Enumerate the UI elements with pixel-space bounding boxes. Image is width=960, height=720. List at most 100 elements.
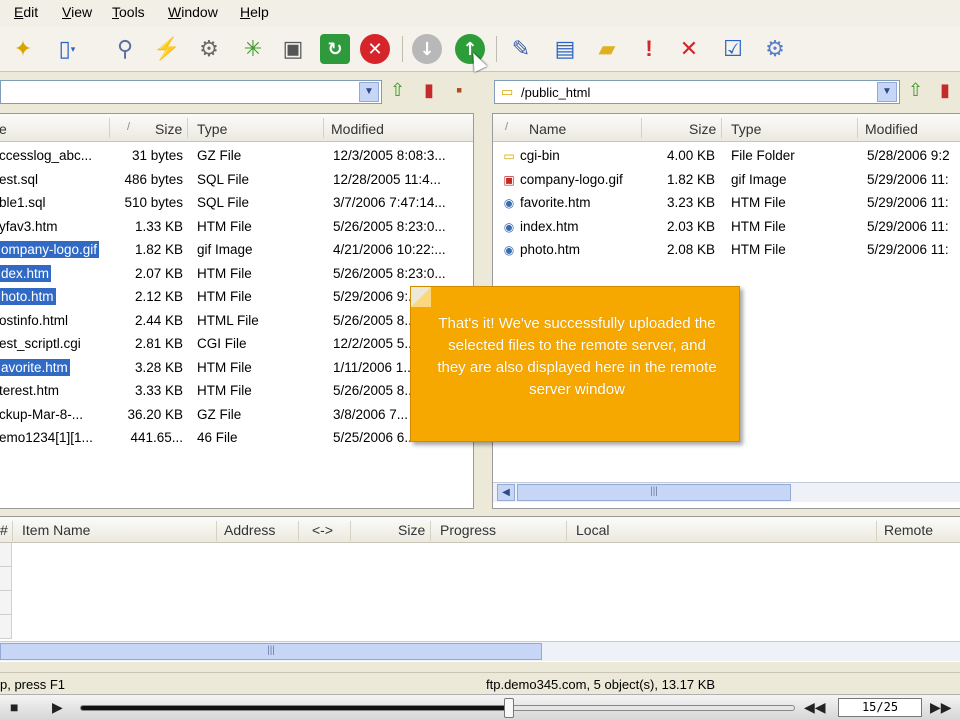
file-type: HTM File [197,289,252,304]
local-path-combobox[interactable]: ▼ [0,80,382,104]
table-row[interactable]: dex.htm 2.07 KB HTM File 5/26/2005 8:23:0..… [0,262,473,285]
file-modified: 1/11/2006 1... [333,359,415,375]
table-row[interactable]: ◉ index.htm 2.03 KB HTM File 5/29/2006 11: [493,215,960,238]
menu-view[interactable]: View [62,4,92,20]
remote-horizontal-scrollbar[interactable]: ◀ ||| [493,482,960,502]
seek-track[interactable] [80,705,795,711]
view-icon[interactable]: ▤ [548,33,582,65]
file-type: CGI File [197,336,247,351]
col-name-header[interactable]: Name [529,121,566,137]
table-row[interactable]: ostinfo.html 2.44 KB HTML File 5/26/2005 8.… [0,309,473,332]
file-size: 1.33 KB [134,218,183,234]
table-row[interactable]: terest.htm 3.33 KB HTM File 5/26/2005 8... [0,379,473,402]
menu-edit[interactable]: Edit [14,4,38,20]
table-row[interactable]: yfav3.htm 1.33 KB HTM File 5/26/2005 8:23:0… [0,215,473,238]
stop-icon[interactable]: ✕ [358,33,392,65]
table-row[interactable]: est_scriptl.cgi 2.81 KB CGI File 12/2/2005 … [0,332,473,355]
delete-icon[interactable]: ✕ [672,33,706,65]
remote-path-combobox[interactable]: ▭ /public_html ▼ [494,80,900,104]
col-modified-header[interactable]: Modified [331,121,384,137]
file-name: photo.htm [520,242,581,257]
col-type-header[interactable]: Type [731,121,761,137]
col-divider [876,521,877,541]
table-row[interactable]: est.sql 486 bytes SQL File 12/28/2005 11:4.… [0,168,473,191]
sync-icon[interactable]: ✳ [236,33,270,65]
file-name: dex.htm [0,264,52,282]
rewind-icon[interactable]: ◀◀ [804,699,826,716]
col-size-header[interactable]: Size [398,522,425,538]
scroll-left-icon[interactable]: ◀ [497,484,515,501]
col-type-header[interactable]: Type [197,121,227,137]
file-type: HTM File [731,195,786,210]
col-remote-header[interactable]: Remote [884,522,933,538]
file-name: est_scriptl.cgi [0,336,81,351]
file-modified: 5/26/2005 8... [333,383,416,398]
chevron-down-icon[interactable]: ▼ [877,82,897,102]
bookmark-icon[interactable]: ▮ [940,80,950,101]
connect-wand-icon[interactable]: ✦ [6,33,40,65]
status-bar: p, press F1 ftp.demo345.com, 5 object(s)… [0,672,960,694]
col-progress-header[interactable]: Progress [440,522,496,538]
file-size: 36.20 KB [127,406,183,422]
file-type: GZ File [197,406,242,422]
col-divider [187,118,188,138]
fast-forward-icon[interactable]: ▶▶ [930,699,952,716]
seek-handle[interactable] [504,698,514,718]
col-size-header[interactable]: Size [155,121,182,137]
file-modified: 5/28/2006 9:2 [867,148,950,163]
edit-icon[interactable]: ✎ [504,33,538,65]
table-row[interactable]: ◉ photo.htm 2.08 KB HTM File 5/29/2006 11: [493,238,960,261]
table-row[interactable]: hoto.htm 2.12 KB HTM File 5/29/2006 9:... [0,285,473,308]
file-name: hoto.htm [0,288,56,305]
file-type: HTML File [197,312,259,328]
priority-icon[interactable]: ! [632,33,666,65]
scroll-thumb[interactable]: ||| [517,484,791,501]
table-row[interactable]: emo1234[1][1... 441.65... 46 File 5/25/2006… [0,426,473,449]
queue-horizontal-scrollbar[interactable]: ||| [0,641,960,661]
col-local-header[interactable]: Local [576,522,609,538]
table-row[interactable]: ▣ company-logo.gif 1.82 KB gif Image 5/29/20… [493,168,960,191]
archive-icon[interactable]: ▣ [276,33,310,65]
col-name-header[interactable]: e [0,121,7,137]
settings-gear-icon[interactable]: ⚙ [758,33,792,65]
table-row[interactable]: avorite.htm 3.28 KB HTM File 1/11/2006 1... [0,356,473,379]
file-modified: 5/26/2005 8... [333,312,416,328]
tools-icon[interactable]: ▪ [456,80,462,101]
col-item-header[interactable]: Item Name [22,522,90,538]
menu-window[interactable]: Window [168,4,218,20]
file-name: yfav3.htm [0,218,58,234]
status-help-text: p, press F1 [0,677,66,692]
up-folder-icon[interactable]: ⇧ [908,80,923,101]
file-modified: 12/28/2005 11:4... [333,171,441,187]
download-icon[interactable]: ↓ [410,33,444,65]
chevron-down-icon[interactable]: ▼ [359,82,379,102]
file-size: 2.12 KB [134,289,183,304]
table-row[interactable]: ckup-Mar-8-... 36.20 KB GZ File 3/8/2006 7.… [0,403,473,426]
wizard-icon[interactable]: ⚙ [192,33,226,65]
play-icon[interactable]: ▶ [52,699,63,716]
remote-list-header: / Name Size Type Modified [493,114,960,142]
stop-icon[interactable]: ■ [10,699,18,715]
col-size-header[interactable]: Size [689,121,716,137]
table-row[interactable]: ▭ cgi-bin 4.00 KB File Folder 5/28/2006 9:2 [493,144,960,167]
new-folder-icon[interactable]: ▰ [590,33,624,65]
new-file-icon[interactable]: ▯ ▾ [50,33,84,65]
table-row[interactable]: ◉ favorite.htm 3.23 KB HTM File 5/29/2006 11… [493,191,960,214]
table-row[interactable]: ble1.sql 510 bytes SQL File 3/7/2006 7:47:1… [0,191,473,214]
refresh-icon[interactable]: ↻ [318,33,352,65]
col-num-header[interactable]: # [0,522,8,538]
up-folder-icon[interactable]: ⇧ [390,80,405,101]
menu-help[interactable]: Help [240,4,269,20]
table-row[interactable]: ompany-logo.gif 1.82 KB gif Image 4/21/2006… [0,238,473,261]
properties-icon[interactable]: ☑ [716,33,750,65]
quick-connect-icon[interactable]: ⚡ [150,33,184,65]
table-row[interactable]: ccesslog_abc... 31 bytes GZ File 12/3/2005 … [0,144,473,167]
col-direction-header[interactable]: <-> [312,522,333,538]
menu-tools[interactable]: Tools [112,4,145,20]
scroll-thumb[interactable]: ||| [0,643,542,660]
disconnect-plug-icon[interactable]: ⚲ [108,33,142,65]
col-modified-header[interactable]: Modified [865,121,918,137]
col-address-header[interactable]: Address [224,522,275,538]
file-size: 2.81 KB [134,336,183,351]
bookmark-icon[interactable]: ▮ [424,80,434,101]
